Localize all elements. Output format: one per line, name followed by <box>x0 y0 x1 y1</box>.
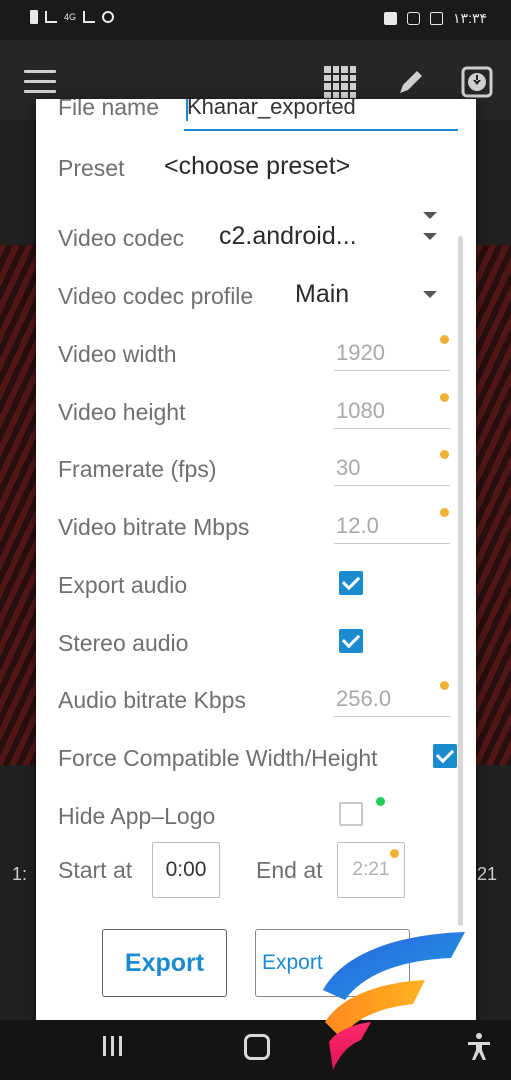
framerate-label: Framerate (fps) <box>58 456 217 482</box>
start-at-input[interactable]: 0:00 <box>152 842 220 898</box>
battery-icon <box>30 10 38 24</box>
watermark-logo <box>323 932 465 1070</box>
stereo-audio-checkbox[interactable] <box>339 629 363 653</box>
network-4g-icon: 4G <box>64 11 77 22</box>
video-width-label: Video width <box>58 341 177 367</box>
preset-dropdown[interactable]: <choose preset> <box>164 152 350 181</box>
timeline-end-time: 21 <box>476 864 497 884</box>
signal-icon <box>83 11 96 23</box>
modified-indicator <box>440 335 449 344</box>
start-at-label: Start at <box>58 857 133 883</box>
video-width-row: Video width 1920 <box>36 335 476 375</box>
modified-indicator <box>390 849 399 858</box>
chevron-down-icon[interactable] <box>423 233 437 240</box>
grid-icon[interactable] <box>324 66 356 98</box>
status-bar: 4G ۱۳:۳۴ <box>0 0 511 40</box>
record-icon <box>407 12 421 25</box>
pencil-icon[interactable] <box>395 66 427 98</box>
export-audio-row: Export audio <box>36 566 476 606</box>
preset-row[interactable]: Preset <choose preset> <box>36 149 476 219</box>
signal-icon <box>45 11 57 23</box>
trim-row: Start at 0:00 End at 2:21 <box>36 841 476 901</box>
check-box-icon <box>384 12 398 25</box>
file-name-input[interactable]: Khanar_exported <box>184 99 458 131</box>
audio-bitrate-input[interactable]: 256.0 <box>334 681 450 717</box>
file-name-row: File name Khanar_exported <box>36 99 476 139</box>
alarm-icon <box>102 11 115 23</box>
stereo-audio-label: Stereo audio <box>58 630 189 656</box>
audio-bitrate-label: Audio bitrate Kbps <box>58 687 246 713</box>
video-bitrate-label: Video bitrate Mbps <box>58 514 250 540</box>
video-height-input[interactable]: 1080 <box>334 393 450 429</box>
download-icon[interactable] <box>461 66 493 98</box>
modified-indicator <box>440 508 449 517</box>
stereo-audio-row: Stereo audio <box>36 624 476 664</box>
video-bitrate-input[interactable]: 12.0 <box>334 508 450 544</box>
chevron-down-icon[interactable] <box>423 291 437 298</box>
hide-app-logo-row: Hide App–Logo <box>36 797 476 837</box>
text-cursor <box>186 99 188 121</box>
video-height-row: Video height 1080 <box>36 393 476 433</box>
force-compatible-label: Force Compatible Width/Height <box>58 745 378 771</box>
video-width-input[interactable]: 1920 <box>334 335 450 371</box>
home-icon[interactable] <box>244 1034 270 1060</box>
framerate-row: Framerate (fps) 30 <box>36 450 476 490</box>
file-name-label: File name <box>58 99 159 120</box>
video-codec-profile-row[interactable]: Video codec profile Main <box>36 277 476 317</box>
menu-icon[interactable] <box>24 70 56 94</box>
force-compatible-row: Force Compatible Width/Height <box>36 739 476 779</box>
preset-label: Preset <box>58 155 125 181</box>
image-icon <box>430 12 444 25</box>
video-codec-label: Video codec <box>58 225 185 251</box>
video-codec-profile-label: Video codec profile <box>58 283 254 309</box>
scrollbar[interactable] <box>458 236 463 926</box>
video-codec-profile-dropdown[interactable]: Main <box>295 280 349 309</box>
end-at-label: End at <box>256 857 323 883</box>
modified-indicator <box>440 393 449 402</box>
framerate-input[interactable]: 30 <box>334 450 450 486</box>
export-dialog: File name Khanar_exported Preset <choose… <box>36 99 476 1022</box>
export-button[interactable]: Export <box>102 929 227 997</box>
modified-indicator <box>440 681 449 690</box>
video-codec-dropdown[interactable]: c2.android... <box>219 222 357 251</box>
video-height-label: Video height <box>58 399 186 425</box>
video-bitrate-row: Video bitrate Mbps 12.0 <box>36 508 476 548</box>
video-codec-row[interactable]: Video codec c2.android... <box>36 219 476 259</box>
timeline-start-time: 1: <box>12 864 28 884</box>
status-time: ۱۳:۳۴ <box>453 10 487 26</box>
export-audio-checkbox[interactable] <box>339 571 363 595</box>
hide-app-logo-label: Hide App–Logo <box>58 803 216 829</box>
audio-bitrate-row: Audio bitrate Kbps 256.0 <box>36 681 476 721</box>
export-audio-label: Export audio <box>58 572 188 598</box>
pro-feature-indicator <box>376 797 385 806</box>
force-compatible-checkbox[interactable] <box>433 744 457 768</box>
hide-app-logo-checkbox[interactable] <box>339 802 363 826</box>
chevron-down-icon[interactable] <box>423 212 437 219</box>
modified-indicator <box>440 450 449 459</box>
recents-icon[interactable] <box>103 1036 122 1056</box>
